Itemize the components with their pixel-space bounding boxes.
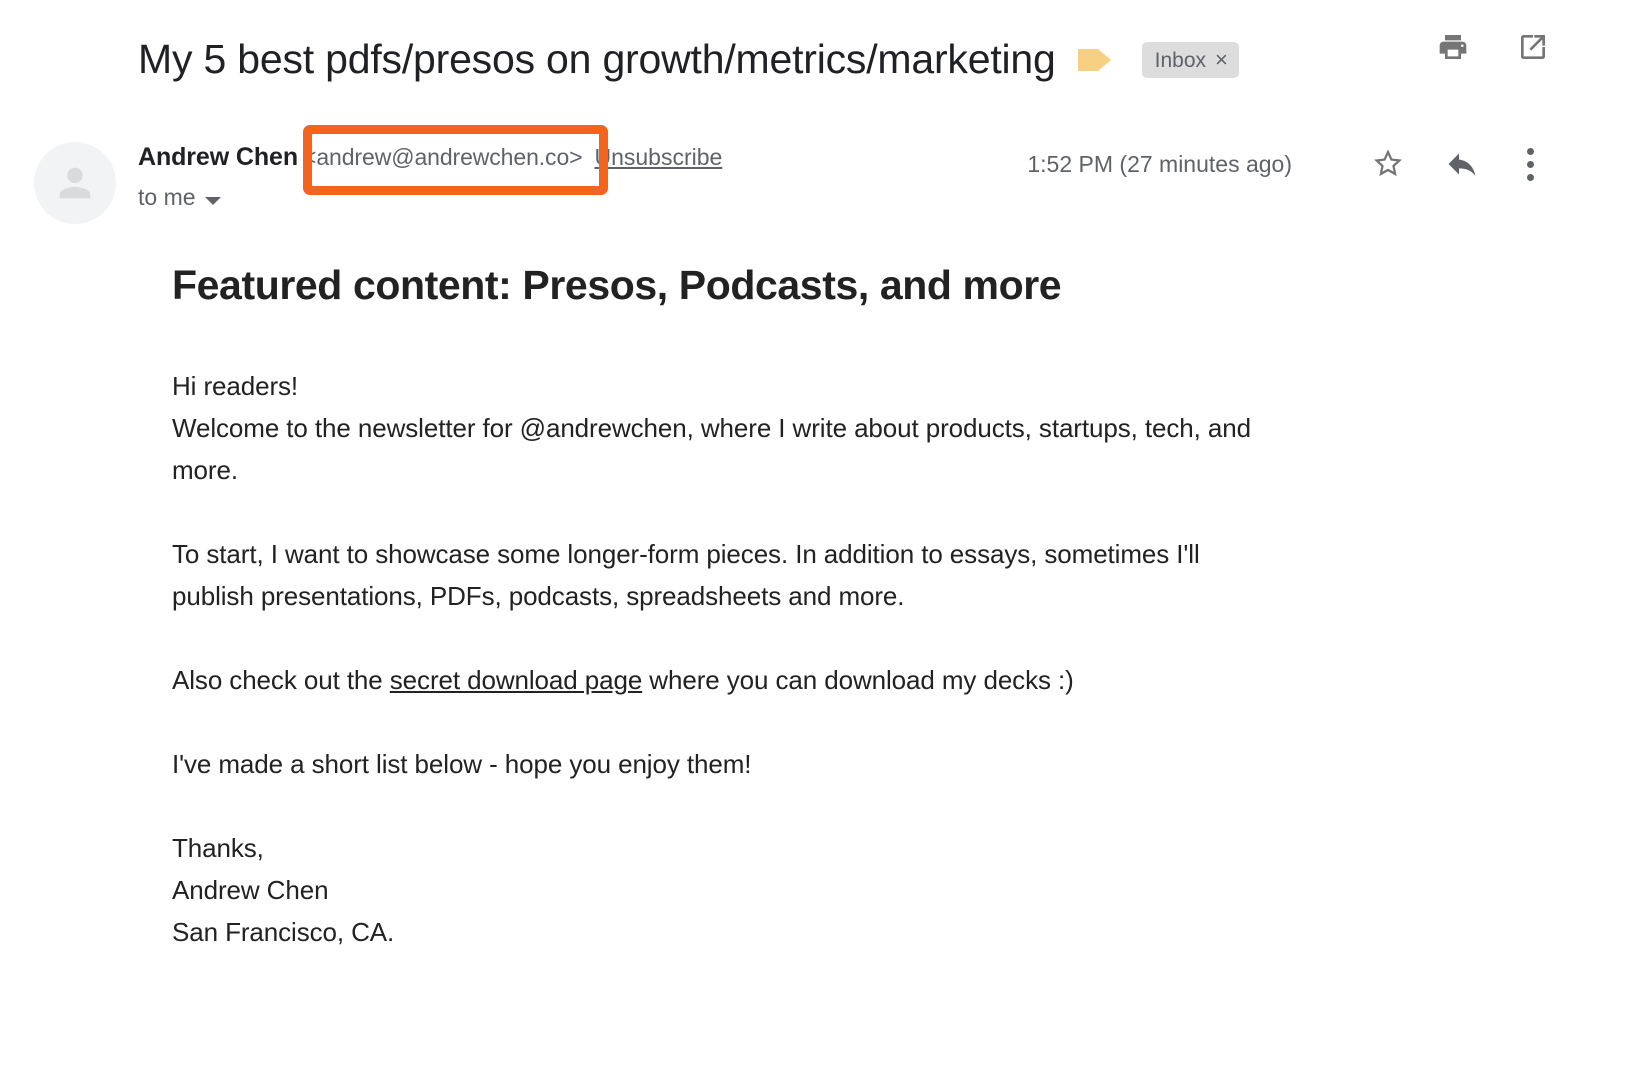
subject-action-bar xyxy=(1436,30,1550,64)
unsubscribe-link[interactable]: Unsubscribe xyxy=(594,144,722,171)
body-paragraph-3: Also check out the secret download page … xyxy=(172,659,1282,701)
open-in-new-window-icon[interactable] xyxy=(1516,30,1550,64)
body-greeting: Hi readers! xyxy=(172,371,299,402)
close-icon[interactable]: × xyxy=(1215,49,1228,71)
important-marker-icon[interactable] xyxy=(1077,47,1114,73)
body-paragraph-2: To start, I want to showcase some longer… xyxy=(172,539,1200,612)
body-signature-location: San Francisco, CA. xyxy=(172,917,395,948)
subject-row: My 5 best pdfs/presos on growth/metrics/… xyxy=(0,22,1626,98)
star-icon[interactable] xyxy=(1366,142,1410,186)
kebab-dot xyxy=(1526,147,1534,155)
sender-block: Andrew Chen <andrew@andrewchen.co> Unsub… xyxy=(0,136,1626,236)
reply-arrow-icon[interactable] xyxy=(1440,142,1484,186)
sender-email[interactable]: <andrew@andrewchen.co> xyxy=(303,144,583,171)
recipient-toggle[interactable]: to me xyxy=(138,184,221,211)
avatar[interactable] xyxy=(34,142,116,224)
body-intro: Welcome to the newsletter for @andrewche… xyxy=(172,413,1251,486)
message-timestamp: 1:52 PM (27 minutes ago) xyxy=(1027,150,1292,177)
print-icon[interactable] xyxy=(1436,30,1470,64)
label-chip-inbox[interactable]: Inbox × xyxy=(1141,42,1239,78)
recipient-label: to me xyxy=(138,184,196,210)
body-paragraph-4: I've made a short list below - hope you … xyxy=(172,749,752,780)
kebab-menu-icon[interactable] xyxy=(1508,142,1552,186)
kebab-dot xyxy=(1526,173,1534,181)
body-signoff: Thanks, xyxy=(172,833,264,864)
kebab-dot xyxy=(1526,160,1534,168)
paragraph-3-text-before: Also check out the xyxy=(172,665,390,696)
secret-download-page-link[interactable]: secret download page xyxy=(390,665,643,695)
sender-identity-line: Andrew Chen <andrew@andrewchen.co> Unsub… xyxy=(138,143,722,172)
message-meta-actions: 1:52 PM (27 minutes ago) xyxy=(1027,142,1552,186)
body-heading: Featured content: Presos, Podcasts, and … xyxy=(172,262,1062,308)
paragraph-3-text-after: where you can download my decks :) xyxy=(642,665,1074,696)
sender-name[interactable]: Andrew Chen xyxy=(138,143,298,172)
page-title: My 5 best pdfs/presos on growth/metrics/… xyxy=(138,36,1056,83)
chevron-down-icon[interactable] xyxy=(204,196,221,205)
label-chip-text: Inbox xyxy=(1154,48,1206,72)
message-body: Featured content: Presos, Podcasts, and … xyxy=(172,262,1512,953)
body-signature-name: Andrew Chen xyxy=(172,875,329,906)
